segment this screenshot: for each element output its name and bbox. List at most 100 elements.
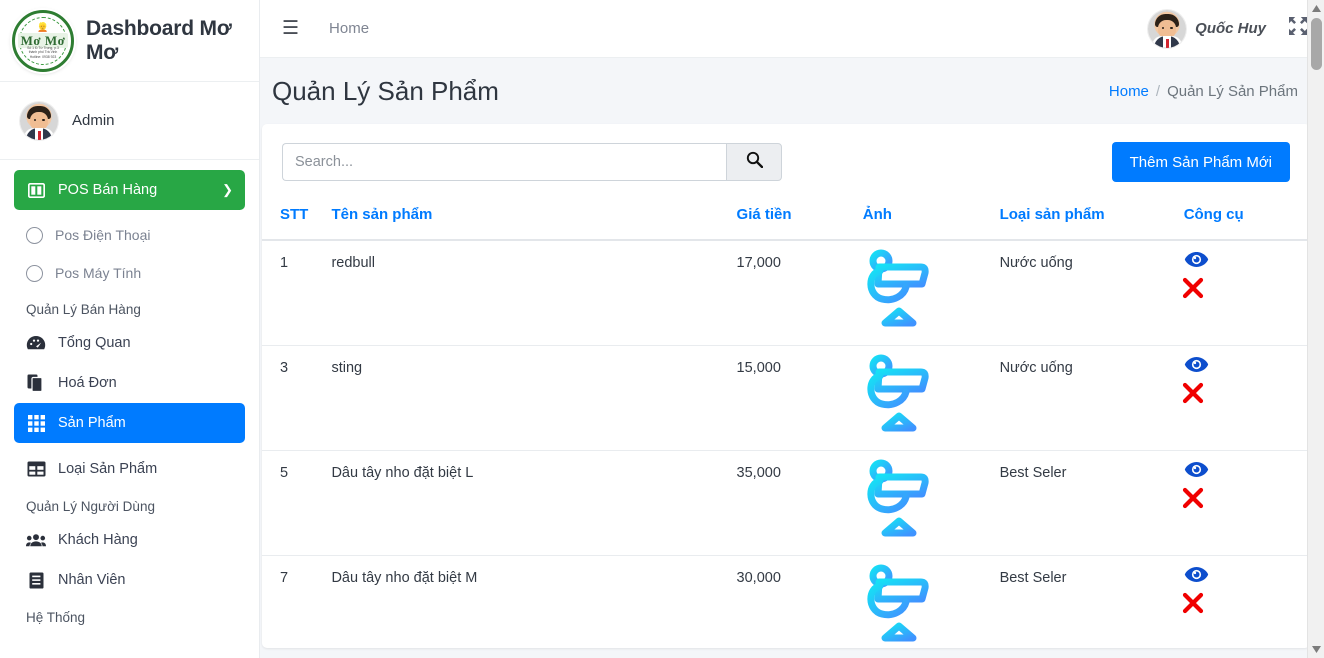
cell-tools bbox=[1181, 345, 1310, 451]
users-icon bbox=[26, 533, 46, 547]
eye-icon[interactable] bbox=[1184, 566, 1310, 587]
table-row[interactable]: 7 Dâu tây nho đặt biệt M 30,000 Best Sel… bbox=[262, 555, 1310, 648]
caret-up-icon[interactable] bbox=[1308, 0, 1324, 17]
page-header: Quản Lý Sản Phẩm Home / Quản Lý Sản Phẩm bbox=[260, 58, 1324, 124]
brand-header[interactable]: 👱 Mơ Mơ Số 1 Đ.Từ Trọng, p.3 thành phố Tr… bbox=[0, 0, 259, 82]
search-group bbox=[282, 143, 782, 181]
column-header-image[interactable]: Ảnh bbox=[862, 198, 1000, 241]
sidebar-item-pos-ban-hang[interactable]: POS Bán Hàng ❯ bbox=[14, 170, 245, 210]
x-mark-icon[interactable] bbox=[1181, 486, 1310, 514]
breadcrumb-separator: / bbox=[1155, 82, 1161, 100]
sidebar-item-label: Nhân Viên bbox=[58, 572, 126, 588]
sidebar-item-pos-may-tinh[interactable]: Pos Máy Tính bbox=[14, 254, 245, 292]
cell-type: Nước uống bbox=[999, 240, 1184, 346]
table-row[interactable]: 1 redbull 17,000 Nước uống bbox=[262, 240, 1310, 346]
topbar-user[interactable]: Quốc Huy bbox=[1148, 9, 1266, 48]
breadcrumb-home[interactable]: Home bbox=[1109, 83, 1149, 100]
sidebar-item-san-pham[interactable]: Sản Phẩm bbox=[14, 403, 245, 443]
cell-stt: 1 bbox=[262, 240, 332, 346]
sidebar: 👱 Mơ Mơ Số 1 Đ.Từ Trọng, p.3 thành phố Tr… bbox=[0, 0, 260, 658]
cocktail-glass-icon bbox=[863, 459, 935, 545]
sidebar-item-label: Pos Điện Thoại bbox=[55, 227, 151, 243]
cell-stt: 7 bbox=[262, 555, 332, 648]
table-row[interactable]: 5 Dâu tây nho đặt biệt L 35,000 Best Sel… bbox=[262, 450, 1310, 556]
cell-image bbox=[862, 450, 1000, 556]
circle-o-icon bbox=[26, 226, 43, 244]
main-area: ☰ Home Quốc Huy Quản Lý Sản Phẩm Home / … bbox=[260, 0, 1324, 658]
cell-price: 17,000 bbox=[736, 240, 863, 346]
page-title: Quản Lý Sản Phẩm bbox=[272, 75, 499, 106]
table-icon bbox=[26, 461, 46, 477]
cell-stt: 5 bbox=[262, 450, 332, 556]
copy-file-icon bbox=[26, 374, 46, 392]
cell-type: Nước uống bbox=[999, 345, 1184, 451]
column-header-price[interactable]: Giá tiền bbox=[736, 198, 863, 241]
topbar-home-link[interactable]: Home bbox=[329, 20, 369, 37]
cell-type: Best Seler bbox=[999, 555, 1184, 648]
sidebar-section-system: Hệ Thống bbox=[26, 610, 86, 625]
sidebar-item-label: Khách Hàng bbox=[58, 532, 138, 548]
product-card: Thêm Sản Phẩm Mới STT Tên sản phẩm Giá t… bbox=[262, 124, 1310, 648]
cell-tools bbox=[1181, 240, 1310, 346]
eye-icon[interactable] bbox=[1184, 251, 1310, 272]
cell-image bbox=[862, 240, 1000, 346]
x-mark-icon[interactable] bbox=[1181, 591, 1310, 619]
search-input[interactable] bbox=[282, 143, 726, 181]
cocktail-glass-icon bbox=[863, 249, 935, 335]
cell-name: Dâu tây nho đặt biệt M bbox=[331, 555, 737, 648]
eye-icon[interactable] bbox=[1184, 356, 1310, 377]
sidebar-item-label: Sản Phẩm bbox=[58, 415, 126, 431]
expand-arrows-icon[interactable] bbox=[1288, 16, 1308, 41]
column-header-name[interactable]: Tên sản phẩm bbox=[331, 198, 737, 241]
cell-name: sting bbox=[331, 345, 737, 451]
page-scrollbar[interactable] bbox=[1307, 0, 1324, 658]
eye-icon[interactable] bbox=[1184, 461, 1310, 482]
sidebar-item-hoa-don[interactable]: Hoá Đơn bbox=[14, 363, 245, 403]
cell-name: redbull bbox=[331, 240, 737, 346]
cell-tools bbox=[1181, 555, 1310, 648]
avatar-icon bbox=[1148, 9, 1187, 48]
grid-icon bbox=[26, 414, 46, 432]
logo-subtext: Số 1 Đ.Từ Trọng, p.3 thành phố Trà Vinh Ho… bbox=[27, 45, 59, 59]
product-table: STT Tên sản phẩm Giá tiền Ảnh Loại sản p… bbox=[262, 198, 1310, 648]
app-root: 👱 Mơ Mơ Số 1 Đ.Từ Trọng, p.3 thành phố Tr… bbox=[0, 0, 1324, 658]
sidebar-item-nhan-vien[interactable]: Nhân Viên bbox=[14, 560, 245, 600]
cell-price: 35,000 bbox=[736, 450, 863, 556]
cell-stt: 3 bbox=[262, 345, 332, 451]
sidebar-nav: POS Bán Hàng ❯ Pos Điện Thoại Pos Máy Tí… bbox=[0, 160, 259, 631]
topbar: ☰ Home Quốc Huy bbox=[260, 0, 1324, 58]
sidebar-item-khach-hang[interactable]: Khách Hàng bbox=[14, 520, 245, 560]
cell-name: Dâu tây nho đặt biệt L bbox=[331, 450, 737, 556]
x-mark-icon[interactable] bbox=[1181, 381, 1310, 409]
column-header-type[interactable]: Loại sản phẩm bbox=[999, 198, 1184, 241]
sidebar-item-loai-san-pham[interactable]: Loại Sản Phẩm bbox=[14, 449, 245, 489]
column-header-tools[interactable]: Công cụ bbox=[1183, 198, 1310, 241]
cell-tools bbox=[1181, 450, 1310, 556]
shop-logo-icon: 👱 Mơ Mơ Số 1 Đ.Từ Trọng, p.3 thành phố Tr… bbox=[12, 9, 74, 72]
breadcrumb-current: Quản Lý Sản Phẩm bbox=[1167, 82, 1298, 100]
table-row[interactable]: 3 sting 15,000 Nước uống bbox=[262, 345, 1310, 451]
cell-image bbox=[862, 555, 1000, 649]
sidebar-item-tong-quan[interactable]: Tổng Quan bbox=[14, 323, 245, 363]
columns-icon bbox=[26, 182, 46, 198]
tachometer-icon bbox=[26, 335, 46, 351]
sidebar-item-label: POS Bán Hàng bbox=[58, 182, 158, 198]
cocktail-glass-icon bbox=[863, 564, 935, 649]
sidebar-user-name: Admin bbox=[72, 112, 115, 129]
scrollbar-thumb[interactable] bbox=[1311, 18, 1322, 70]
brand-title: Dashboard Mơ Mơ bbox=[86, 16, 232, 64]
sidebar-user[interactable]: Admin bbox=[0, 82, 259, 160]
cell-price: 30,000 bbox=[736, 555, 863, 648]
search-button[interactable] bbox=[726, 143, 782, 181]
avatar-icon bbox=[20, 101, 58, 140]
x-mark-icon[interactable] bbox=[1181, 276, 1310, 304]
sidebar-item-label: Tổng Quan bbox=[58, 335, 131, 351]
table-body: 1 redbull 17,000 Nước uống 3 sting 15,00… bbox=[262, 240, 1310, 648]
sidebar-item-label: Loại Sản Phẩm bbox=[58, 461, 158, 477]
hamburger-icon[interactable]: ☰ bbox=[282, 19, 299, 38]
column-header-stt[interactable]: STT bbox=[262, 198, 332, 241]
cell-price: 15,000 bbox=[736, 345, 863, 451]
add-product-button[interactable]: Thêm Sản Phẩm Mới bbox=[1111, 142, 1290, 182]
caret-down-icon[interactable] bbox=[1308, 641, 1324, 658]
sidebar-item-pos-dien-thoai[interactable]: Pos Điện Thoại bbox=[14, 216, 245, 254]
